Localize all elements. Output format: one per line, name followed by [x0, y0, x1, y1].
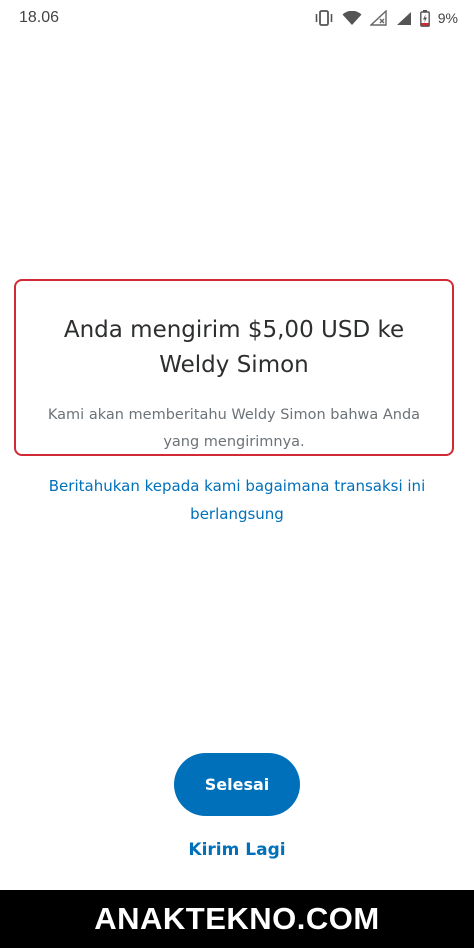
done-button[interactable]: Selesai [174, 753, 300, 816]
status-icons: 9% [314, 9, 458, 27]
watermark-text: ANAKTEKNO.COM [94, 901, 380, 936]
payment-confirmation-screen: 18.06 9% Anda mengirim $5,00 USD ke Weld… [0, 0, 474, 948]
signal-empty-icon [369, 10, 388, 26]
feedback-link[interactable]: Beritahukan kepada kami bagaimana transa… [30, 472, 444, 528]
vibrate-icon [314, 10, 334, 26]
status-time: 18.06 [19, 9, 60, 26]
confirmation-subtitle: Kami akan memberitahu Weldy Simon bahwa … [47, 407, 421, 450]
battery-charging-icon [419, 9, 430, 27]
wifi-icon [342, 10, 362, 26]
status-bar: 18.06 9% [0, 0, 474, 36]
signal-icon [396, 11, 412, 26]
watermark-bar: ANAKTEKNO.COM [0, 890, 474, 948]
confirmation-title: Anda mengirim $5,00 USD ke Weldy Simon [63, 317, 405, 378]
confirmation-message-card: Anda mengirim $5,00 USD ke Weldy Simon K… [14, 279, 454, 456]
send-again-link[interactable]: Kirim Lagi [137, 840, 337, 860]
battery-percentage: 9% [437, 10, 458, 26]
